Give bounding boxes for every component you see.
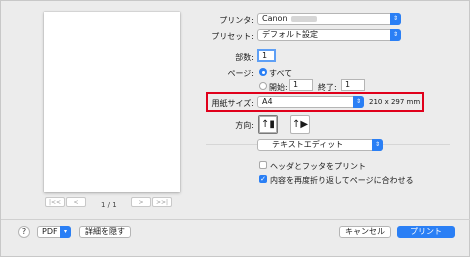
print-dialog: |<< < > >>| 1 / 1 プリンタ: Canon ⇕ プリセット: デ… [0,0,470,257]
paper-dimensions: 210 x 297 mm [369,98,421,106]
next-page-button[interactable]: > [131,197,151,207]
paper-size-select[interactable]: A4 ⇕ [257,96,364,108]
page-count: 1 / 1 [101,201,117,209]
hide-details-button[interactable]: 詳細を隠す [79,226,131,238]
previous-page-button[interactable]: < [66,197,86,207]
copies-label: 部数: [235,53,254,62]
pdf-label: PDF [42,227,58,236]
last-page-icon: >>| [155,198,169,206]
chevron-updown-icon: ⇕ [390,13,401,25]
pages-range-radio[interactable] [259,82,267,90]
printer-label: プリンタ: [219,16,254,25]
pages-label: ページ: [227,69,254,78]
chevron-down-icon: ▾ [60,226,71,238]
header-footer-label: ヘッダとフッタをプリント [270,162,366,171]
preset-label: プリセット: [211,32,254,41]
app-section-value: テキストエディット [272,140,344,149]
printer-select[interactable]: Canon ⇕ [257,13,401,25]
next-page-icon: > [138,198,144,206]
pdf-menu-button[interactable]: PDF ▾ [37,226,71,238]
pages-to-field[interactable]: 1 [341,79,365,91]
printer-model-redacted [290,15,317,22]
last-page-button[interactable]: >>| [152,197,172,207]
preset-value: デフォルト設定 [262,30,318,39]
help-button[interactable]: ? [18,226,30,238]
chevron-updown-icon: ⇕ [372,139,383,151]
cancel-button[interactable]: キャンセル [339,226,391,238]
pages-from-field[interactable]: 1 [289,79,313,91]
portrait-icon: ↑▮ [261,119,275,130]
previous-page-icon: < [73,198,79,206]
first-page-button[interactable]: |<< [45,197,65,207]
orientation-landscape-button[interactable]: ↑▶ [290,115,310,134]
landscape-icon: ↑▶ [291,119,309,130]
copies-field[interactable]: 1 [257,49,276,62]
help-icon: ? [21,227,27,236]
app-section-select[interactable]: テキストエディット ⇕ [257,139,383,151]
orientation-label: 方向: [235,121,254,130]
chevron-updown-icon: ⇕ [353,96,364,108]
rewrap-label: 内容を再度折り返してページに合わせる [270,176,414,185]
header-footer-checkbox[interactable] [259,161,267,169]
orientation-portrait-button[interactable]: ↑▮ [258,115,278,134]
footer-separator [1,219,470,220]
chevron-updown-icon: ⇕ [390,29,401,41]
preset-select[interactable]: デフォルト設定 ⇕ [257,29,401,41]
paper-size-value: A4 [262,97,273,106]
printer-value: Canon [262,14,288,23]
print-button[interactable]: プリント [397,226,455,238]
rewrap-checkbox[interactable]: ✓ [259,175,267,183]
page-preview [44,12,180,192]
first-page-icon: |<< [48,198,62,206]
pages-all-label: すべて [269,69,293,78]
paper-size-label: 用紙サイズ: [211,99,254,108]
pages-all-radio[interactable] [259,68,267,76]
